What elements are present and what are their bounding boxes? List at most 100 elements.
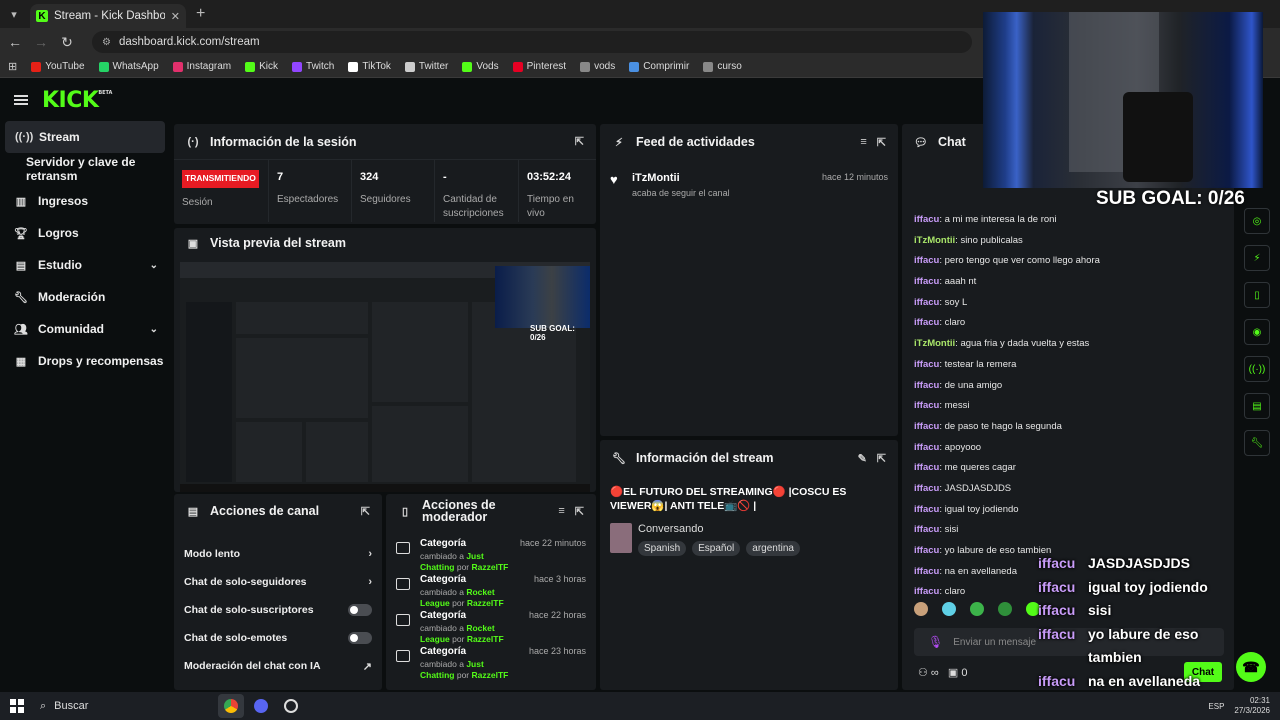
popout-icon[interactable]: ⇱	[361, 505, 370, 518]
sidebar-item-logros[interactable]: 🏆︎ Logros	[0, 217, 172, 249]
chrome-icon[interactable]	[218, 694, 244, 718]
new-tab-icon[interactable]: +	[196, 5, 205, 23]
bookmark-tiktok[interactable]: TikTok	[348, 61, 391, 72]
bookmark-label: Comprimir	[643, 61, 690, 72]
sidebar-item-moderacion[interactable]: 🔧︎ Moderación	[0, 281, 172, 313]
tag[interactable]: Español	[692, 541, 741, 557]
broadcast-icon[interactable]: ((·))	[1244, 356, 1270, 382]
sidebar-item-ingresos[interactable]: ▥ Ingresos	[0, 185, 172, 217]
chat-bubble-icon[interactable]: ◉	[1244, 319, 1270, 345]
chat-text: testear la remera	[944, 358, 1017, 370]
bookmark-twitch[interactable]: Twitch	[292, 61, 334, 72]
sidebar-item-stream[interactable]: ((·)) Stream	[5, 121, 165, 153]
chat-username[interactable]: iffacu	[914, 421, 939, 432]
slow-mode-row[interactable]: Modo lento ›	[174, 540, 382, 568]
chat-username[interactable]: iffacu	[914, 586, 939, 597]
sidebar-item-comunidad[interactable]: 👥︎ Comunidad ⌄	[0, 313, 172, 345]
microphone-icon[interactable]: 🎙︎	[928, 635, 943, 649]
chat-username[interactable]: iffacu	[914, 400, 939, 411]
chat-username[interactable]: iffacu	[914, 504, 939, 515]
tag[interactable]: argentina	[746, 541, 800, 557]
overlay-username: iffacu	[1038, 578, 1076, 595]
chat-message: iffacu: igual toy jodiendo	[914, 503, 1019, 515]
sidebar-item-estudio[interactable]: ▤ Estudio ⌄	[0, 249, 172, 281]
bookmark-pinterest[interactable]: Pinterest	[512, 61, 566, 72]
emote-icon[interactable]	[942, 602, 956, 616]
chat-username[interactable]: iffacu	[914, 442, 939, 453]
kick-logo[interactable]: KICK BETA	[42, 88, 112, 113]
url-field[interactable]: ⚙ dashboard.kick.com/stream	[92, 31, 972, 53]
chat-username[interactable]: iffacu	[914, 545, 939, 556]
emotes-only-toggle[interactable]	[348, 632, 372, 644]
forward-icon[interactable]: →	[32, 34, 50, 50]
bookmark-favicon-icon	[292, 61, 303, 72]
stack-icon[interactable]: ▤	[1244, 393, 1270, 419]
menu-icon[interactable]	[14, 95, 28, 105]
panel-title: Chat	[938, 135, 966, 149]
chat-username[interactable]: iffacu	[914, 214, 939, 225]
bookmark-comprimir[interactable]: Comprimir	[629, 61, 689, 72]
chat-username[interactable]: iffacu	[914, 276, 939, 287]
filter-icon[interactable]: ≡	[558, 505, 564, 517]
chat-username[interactable]: iffacu	[914, 566, 939, 577]
sidebar-item-drops[interactable]: ▦ Drops y recompensas	[0, 345, 172, 377]
bookmark-whatsapp[interactable]: WhatsApp	[98, 61, 159, 72]
chat-username[interactable]: iffacu	[914, 297, 939, 308]
emote-icon[interactable]	[970, 602, 984, 616]
tab-list-icon[interactable]: ▾	[0, 0, 28, 28]
wrench-icon[interactable]: 🔧︎	[1244, 430, 1270, 456]
followers-only-row[interactable]: Chat de solo-seguidores ›	[174, 568, 382, 596]
discord-icon[interactable]	[248, 694, 274, 718]
reload-icon[interactable]: ↻	[58, 34, 76, 51]
obs-icon[interactable]	[278, 694, 304, 718]
ai-moderation-row[interactable]: Moderación del chat con IA ↗	[174, 652, 382, 680]
document-icon[interactable]: ▯	[1244, 282, 1270, 308]
chat-username[interactable]: iffacu	[914, 317, 939, 328]
filter-icon[interactable]: ≡	[860, 136, 866, 148]
mod-action-user: RazzelTF	[466, 634, 504, 644]
edit-icon[interactable]: ✎	[858, 452, 867, 465]
bookmark-kick[interactable]: Kick	[245, 61, 278, 72]
language-indicator[interactable]: ESP	[1208, 702, 1224, 711]
search-icon: ⌕	[40, 699, 47, 712]
windows-start-icon[interactable]	[10, 699, 24, 713]
feed-user[interactable]: iTzMontii	[632, 172, 730, 184]
popout-icon[interactable]: ⇱	[877, 136, 886, 149]
bookmark-twitter[interactable]: Twitter	[404, 61, 448, 72]
sidebar-item-server-key[interactable]: Servidor y clave de retransm	[0, 153, 172, 185]
category-name[interactable]: Conversando	[638, 523, 800, 535]
popout-icon[interactable]: ⇱	[575, 135, 584, 148]
video-icon: ▣	[187, 237, 199, 250]
lightning-icon[interactable]: ⚡︎	[1244, 245, 1270, 271]
site-info-icon[interactable]: ⚙	[102, 37, 111, 48]
stream-preview-video[interactable]: SUB GOAL: 0/26	[180, 262, 590, 492]
chat-username[interactable]: iffacu	[914, 483, 939, 494]
mod-action-time: hace 3 horas	[533, 574, 586, 584]
back-icon[interactable]: ←	[6, 34, 24, 50]
taskbar-search[interactable]: ⌕ Buscar	[36, 695, 214, 717]
overlay-chat-line: iffacu igual toy jodiendo	[988, 576, 1272, 600]
chat-username[interactable]: iTzMontii	[914, 235, 955, 246]
bookmark-vods[interactable]: Vods	[462, 61, 499, 72]
target-icon[interactable]: ◎	[1244, 208, 1270, 234]
apps-grid-icon[interactable]: ⊞	[8, 60, 17, 73]
bookmark-instagram[interactable]: Instagram	[172, 61, 231, 72]
tag[interactable]: Spanish	[638, 541, 687, 557]
clock[interactable]: 02:31 27/3/2026	[1234, 696, 1270, 717]
browser-tab[interactable]: K Stream - Kick Dashboard ✕	[30, 4, 186, 28]
chat-settings-icon[interactable]: ⚇ ∞ ▣ 0	[918, 666, 968, 679]
emote-icon[interactable]	[914, 602, 928, 616]
popout-icon[interactable]: ⇱	[877, 452, 886, 465]
chat-username[interactable]: iffacu	[914, 462, 939, 473]
popout-icon[interactable]: ⇱	[575, 505, 584, 518]
chat-username[interactable]: iffacu	[914, 359, 939, 370]
bookmark-youtube[interactable]: YouTube	[31, 61, 85, 72]
chat-username[interactable]: iffacu	[914, 255, 939, 266]
chat-username[interactable]: iffacu	[914, 524, 939, 535]
chat-username[interactable]: iTzMontii	[914, 338, 955, 349]
bookmark-curso[interactable]: curso	[703, 61, 742, 72]
close-tab-icon[interactable]: ✕	[171, 10, 180, 23]
subs-only-toggle[interactable]	[348, 604, 372, 616]
bookmark-vods[interactable]: vods	[580, 61, 615, 72]
chat-username[interactable]: iffacu	[914, 380, 939, 391]
